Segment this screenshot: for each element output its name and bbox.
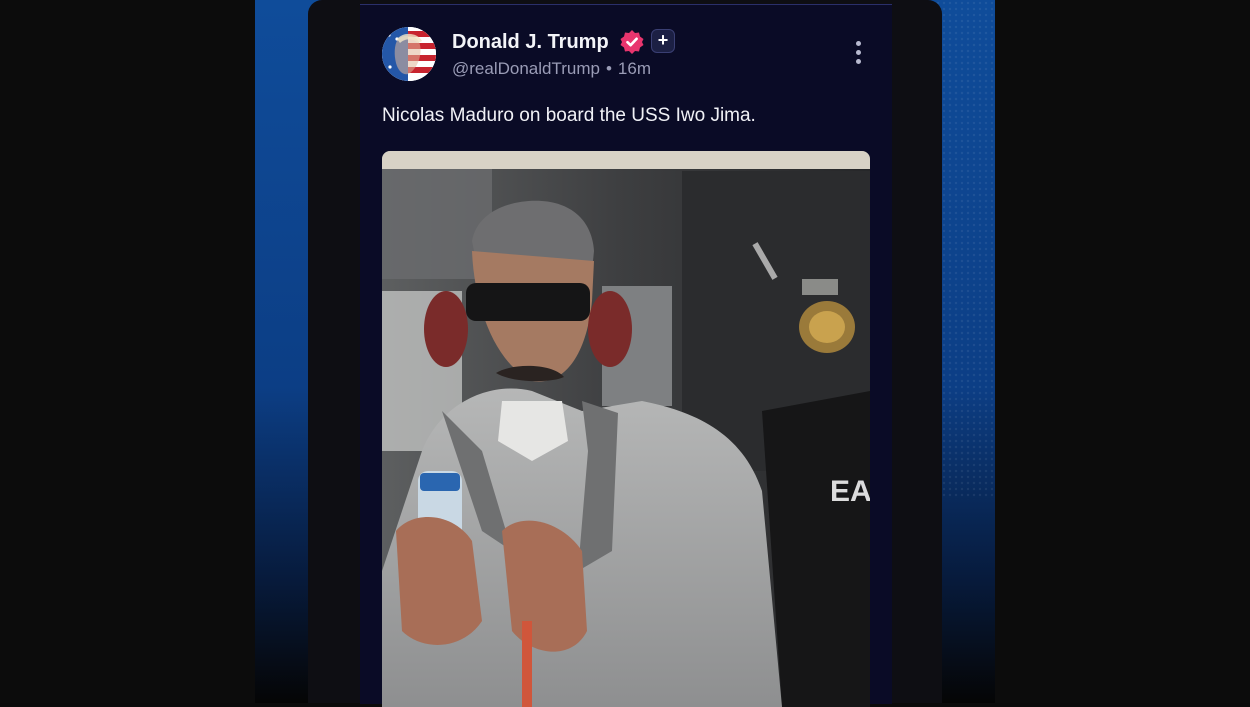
plus-icon[interactable]: + <box>651 29 675 53</box>
post-photo-illustration: EA <box>382 151 870 707</box>
author-name[interactable]: Donald J. Trump <box>452 31 609 54</box>
post-image[interactable]: EA <box>382 151 870 707</box>
letterbox-right <box>995 0 1250 703</box>
author-handle[interactable]: @realDonaldTrump <box>452 59 600 78</box>
post-card[interactable]: Donald J. Trump + @realDonaldTrump • 16m N… <box>360 4 892 707</box>
more-vertical-icon[interactable] <box>854 41 862 69</box>
post-text: Nicolas Maduro on board the USS Iwo Jima… <box>382 105 756 126</box>
verified-badge-icon <box>619 29 645 55</box>
letterbox-left <box>0 0 255 703</box>
post-time[interactable]: 16m <box>618 59 651 78</box>
handle-row: @realDonaldTrump • 16m <box>452 59 651 79</box>
separator-dot: • <box>605 59 612 78</box>
flag-portrait-avatar-icon <box>382 27 436 81</box>
photo-jacket-text: EA <box>830 475 870 508</box>
avatar[interactable] <box>382 27 436 81</box>
